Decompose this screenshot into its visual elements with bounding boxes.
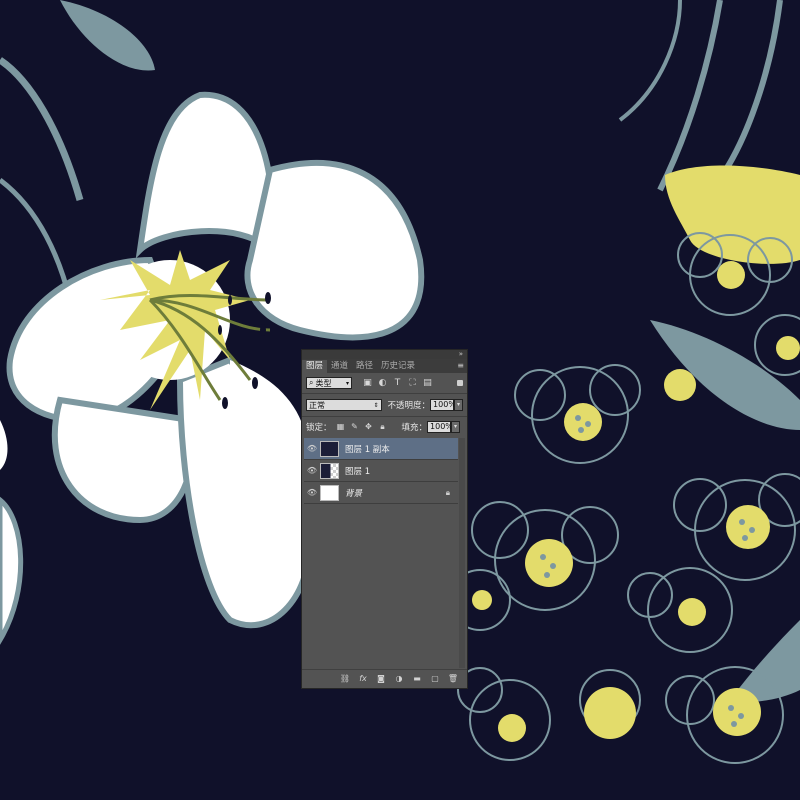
tab-channels[interactable]: 通道 [327,360,352,373]
blend-row: 正常 ⇕ 不透明度： 100% ▾ [306,398,463,412]
layer-thumbnail [320,484,339,501]
double-chevron-icon[interactable]: » [459,350,463,359]
layer-list: 👁︎ 图层 1 副本 👁︎ 图层 1 👁︎ 背景 🔒︎ [304,438,458,504]
lock-icon: 🔒︎ [445,487,450,497]
layer-row-layer1[interactable]: 👁︎ 图层 1 [304,460,458,482]
layer-filter-row: ⌕ 类型 ▾ ▣ ◐ T ⛶ ▤ [306,376,463,390]
fx-icon[interactable]: fx [357,673,369,685]
filter-type-select[interactable]: ⌕ 类型 ▾ [306,377,352,389]
fill-input[interactable]: 100% [427,421,453,433]
layer-thumbnail [320,462,339,479]
new-layer-icon[interactable]: ▢ [429,673,441,685]
type-filter-icon[interactable]: T [392,378,403,389]
panel-tabs: 图层 通道 路径 历史记录 ≡ [302,359,467,373]
fill-label: 填充： [401,423,428,433]
pixel-filter-icon[interactable]: ▣ [362,378,373,389]
visibility-eye-icon[interactable]: 👁︎ [304,488,320,497]
lock-transparent-icon[interactable]: ▦ [336,422,346,432]
layer-name[interactable]: 图层 1 [345,465,370,477]
fill-slider-toggle[interactable]: ▾ [451,421,461,433]
lock-all-icon[interactable]: 🔒︎ [378,422,388,432]
blend-mode-value: 正常 [309,400,325,410]
blend-mode-select[interactable]: 正常 ⇕ [306,399,382,411]
filter-toggle[interactable] [457,380,463,386]
layer-row-copy[interactable]: 👁︎ 图层 1 副本 [304,438,458,460]
layer-name[interactable]: 图层 1 副本 [345,443,390,455]
new-group-icon[interactable]: ▬ [411,673,423,685]
add-mask-icon[interactable]: ◙ [375,673,387,685]
tab-paths[interactable]: 路径 [352,360,377,373]
panel-menu-icon[interactable]: ≡ [457,361,464,370]
layer-row-background[interactable]: 👁︎ 背景 🔒︎ [304,482,458,504]
opacity-input[interactable]: 100% [430,399,456,411]
shape-filter-icon[interactable]: ⛶ [407,378,418,389]
lock-image-icon[interactable]: ✎ [350,422,360,432]
chevron-down-icon: ▾ [345,379,349,387]
opacity-label: 不透明度： [387,401,431,411]
layer-name[interactable]: 背景 [345,487,362,499]
adjustment-layer-icon[interactable]: ◑ [393,673,405,685]
delete-icon[interactable]: 🗑︎ [447,673,459,685]
panel-title-bar[interactable]: » [302,350,467,359]
smart-object-filter-icon[interactable]: ▤ [422,378,433,389]
filter-type-label: 类型 [315,378,332,388]
search-icon: ⌕ [309,378,314,387]
layers-panel: » 图层 通道 路径 历史记录 ≡ ⌕ 类型 ▾ ▣ ◐ T ⛶ ▤ 正常 ⇕ … [301,349,468,689]
layer-thumbnail [320,440,339,457]
panel-bottom-bar: ⛓ fx ◙ ◑ ▬ ▢ 🗑︎ [302,669,467,688]
chevron-updown-icon: ⇕ [373,401,379,409]
lock-position-icon[interactable]: ✥ [364,422,374,432]
visibility-eye-icon[interactable]: 👁︎ [304,466,320,475]
lock-label: 锁定： [306,423,332,433]
lock-row: 锁定： ▦ ✎ ✥ 🔒︎ 填充： 100% ▾ [306,420,463,434]
scrollbar[interactable] [459,438,465,668]
tab-layers[interactable]: 图层 [302,360,328,373]
visibility-eye-icon[interactable]: 👁︎ [304,444,320,453]
tab-history[interactable]: 历史记录 [377,360,419,373]
link-layers-icon[interactable]: ⛓ [339,673,351,685]
opacity-slider-toggle[interactable]: ▾ [454,399,463,411]
adjustment-filter-icon[interactable]: ◐ [377,378,388,389]
